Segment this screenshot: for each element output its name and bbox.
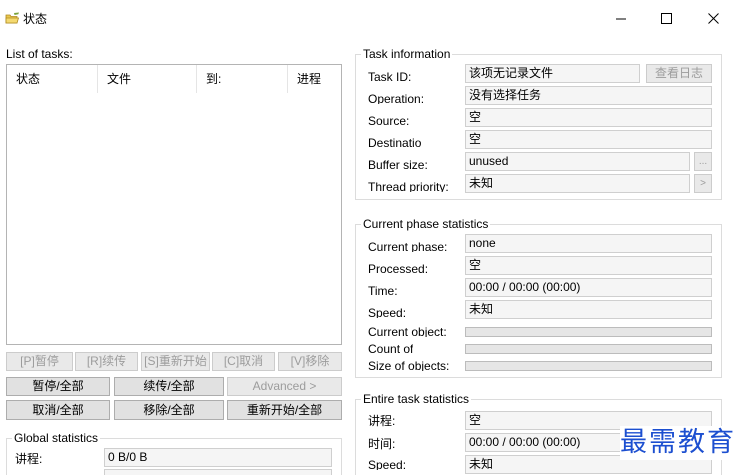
remove-task-button[interactable]: [V]移除 bbox=[278, 352, 342, 371]
global-progress-label: 讲程: bbox=[15, 452, 43, 466]
thread-priority-button[interactable]: > bbox=[694, 174, 712, 193]
resume-task-button[interactable]: [R]续传 bbox=[75, 352, 138, 371]
destination-label: Destinatio bbox=[368, 136, 422, 148]
column-label: 到: bbox=[206, 72, 222, 86]
minimize-button[interactable] bbox=[598, 0, 644, 38]
entire-time-label: 时间: bbox=[368, 437, 396, 451]
folder-pen-icon bbox=[5, 12, 20, 25]
window-title: 状态 bbox=[23, 12, 48, 26]
task-id-value: 该项无记录文件 bbox=[465, 64, 640, 83]
remove-all-button[interactable]: 移除/全部 bbox=[114, 400, 224, 420]
restart-task-button[interactable]: [S]重新开始 bbox=[141, 352, 210, 371]
buffer-size-button[interactable]: ... bbox=[694, 152, 712, 171]
maximize-button[interactable] bbox=[643, 0, 689, 38]
entire-task-statistics-title: Entire task statistics bbox=[361, 392, 472, 406]
task-list-header: 状态 文件 到: 进程 bbox=[7, 65, 341, 93]
resume-all-button[interactable]: 续传/全部 bbox=[114, 377, 224, 396]
task-list-label: List of tasks: bbox=[6, 47, 73, 61]
speed-value: 未知 bbox=[465, 300, 712, 319]
global-statistics-title: Global statistics bbox=[12, 431, 101, 445]
operation-value: 没有选择任务 bbox=[465, 86, 712, 105]
destination-value: 空 bbox=[465, 130, 712, 149]
processed-label: Processed: bbox=[368, 262, 429, 274]
time-value: 00:00 / 00:00 (00:00) bbox=[465, 278, 712, 297]
task-information-title: Task information bbox=[361, 47, 453, 61]
task-id-label: Task ID: bbox=[368, 70, 412, 82]
source-value: 空 bbox=[465, 108, 712, 127]
size-of-objects-progress-bar bbox=[465, 361, 712, 371]
restart-all-button[interactable]: 重新开始/全部 bbox=[227, 400, 342, 420]
current-object-label: Current object: bbox=[368, 325, 447, 337]
task-list[interactable]: 状态 文件 到: 进程 bbox=[6, 64, 342, 345]
thread-priority-value: 未知 bbox=[465, 174, 690, 193]
view-log-button[interactable]: 查看日志 bbox=[646, 64, 712, 83]
column-label: 文件 bbox=[107, 72, 132, 86]
column-label: 状态 bbox=[16, 72, 41, 86]
cancel-task-button[interactable]: [C]取消 bbox=[212, 352, 275, 371]
column-header-progress[interactable]: 进程 bbox=[288, 65, 341, 93]
close-icon bbox=[708, 13, 719, 24]
buffer-size-label: Buffer size: bbox=[368, 158, 428, 170]
processed-value: 空 bbox=[465, 256, 712, 275]
column-label: 进程 bbox=[297, 72, 322, 86]
global-progress-value: 0 B/0 B bbox=[104, 448, 332, 467]
column-header-destination[interactable]: 到: bbox=[197, 65, 288, 93]
maximize-icon bbox=[661, 13, 672, 24]
buffer-size-value: unused bbox=[465, 152, 690, 171]
size-of-objects-label: Size of objects: bbox=[368, 359, 450, 371]
current-phase-label: Current phase: bbox=[368, 240, 448, 252]
column-header-status[interactable]: 状态 bbox=[7, 65, 98, 93]
close-button[interactable] bbox=[690, 0, 736, 38]
watermark-text: 最需教育 bbox=[620, 426, 742, 460]
title-bar[interactable]: 状态 bbox=[0, 0, 744, 38]
current-phase-statistics-title: Current phase statistics bbox=[361, 217, 491, 231]
current-phase-value: none bbox=[465, 234, 712, 253]
count-of-label: Count of bbox=[368, 342, 414, 354]
speed-label: Speed: bbox=[368, 306, 407, 318]
entire-speed-label: Speed: bbox=[368, 458, 407, 470]
column-header-file[interactable]: 文件 bbox=[98, 65, 197, 93]
advanced-button[interactable]: Advanced > bbox=[227, 377, 342, 396]
minimize-icon bbox=[616, 18, 626, 20]
time-label: Time: bbox=[368, 284, 398, 296]
operation-label: Operation: bbox=[368, 92, 425, 104]
global-speed-field bbox=[104, 469, 332, 475]
cancel-all-button[interactable]: 取消/全部 bbox=[6, 400, 110, 420]
current-object-progress-bar bbox=[465, 327, 712, 337]
count-of-progress-bar bbox=[465, 344, 712, 354]
pause-task-button[interactable]: [P]暂停 bbox=[6, 352, 73, 371]
source-label: Source: bbox=[368, 114, 410, 126]
pause-all-button[interactable]: 暂停/全部 bbox=[6, 377, 110, 396]
thread-priority-label: Thread priority: bbox=[368, 180, 449, 192]
entire-progress-label: 讲程: bbox=[368, 414, 396, 428]
